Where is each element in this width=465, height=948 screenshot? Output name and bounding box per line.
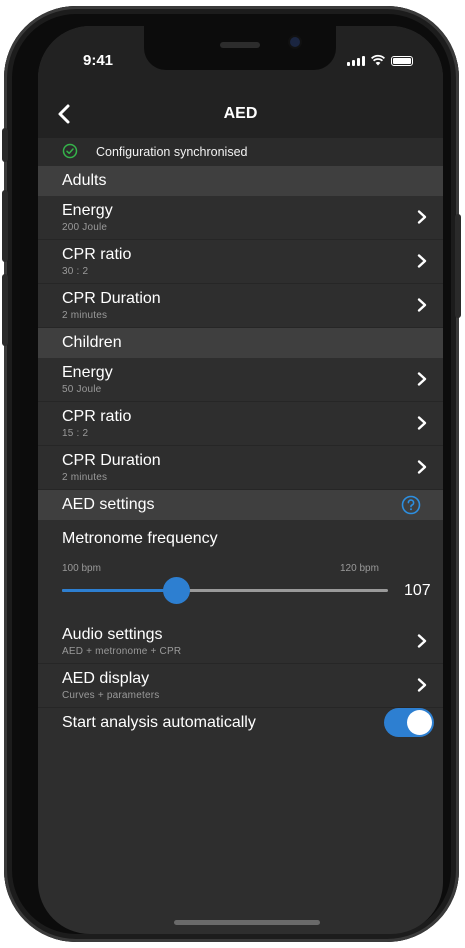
signal-icon xyxy=(347,56,365,66)
row-title: CPR Duration xyxy=(62,290,161,307)
row-subtitle: 50 Joule xyxy=(62,384,102,395)
metronome-slider-thumb[interactable] xyxy=(162,577,190,604)
metronome-value: 107 xyxy=(404,582,431,599)
adults-cpr-ratio-row[interactable]: CPR ratio 30 : 2 xyxy=(38,240,443,284)
adults-energy-row[interactable]: Energy 200 Joule xyxy=(38,196,443,240)
row-subtitle: 15 : 2 xyxy=(62,428,89,439)
row-subtitle: AED + metronome + CPR xyxy=(62,646,182,657)
section-label: Adults xyxy=(62,172,107,189)
speaker xyxy=(220,42,260,48)
row-title: AED display xyxy=(62,670,150,687)
row-title: CPR ratio xyxy=(62,246,132,263)
row-title: CPR Duration xyxy=(62,452,161,469)
slider-max-label: 120 bpm xyxy=(340,563,379,574)
chevron-right-icon xyxy=(417,210,427,224)
auto-analysis-toggle[interactable] xyxy=(384,708,434,737)
phone-frame: 9:41 AED Configuration synchronised Adul… xyxy=(2,6,461,942)
mute-switch xyxy=(2,128,8,162)
sync-status-text: Configuration synchronised xyxy=(96,145,248,159)
screen: 9:41 AED Configuration synchronised Adul… xyxy=(38,26,443,934)
row-subtitle: 30 : 2 xyxy=(62,266,89,277)
chevron-right-icon xyxy=(417,678,427,692)
section-header-children: Children xyxy=(38,328,443,358)
status-icons xyxy=(347,54,413,66)
toggle-knob xyxy=(407,710,432,735)
children-energy-row[interactable]: Energy 50 Joule xyxy=(38,358,443,402)
chevron-right-icon xyxy=(417,416,427,430)
sync-banner: Configuration synchronised xyxy=(38,138,443,166)
section-label: Children xyxy=(62,334,122,351)
volume-up-button xyxy=(2,190,8,262)
page-title: AED xyxy=(223,105,258,122)
check-circle-icon xyxy=(62,143,78,159)
status-time: 9:41 xyxy=(83,52,114,69)
help-circle-icon[interactable] xyxy=(401,495,421,515)
children-cpr-duration-row[interactable]: CPR Duration 2 minutes xyxy=(38,446,443,490)
slider-fill xyxy=(62,589,177,592)
row-subtitle: 2 minutes xyxy=(62,472,108,483)
row-title: Energy xyxy=(62,364,113,381)
children-cpr-ratio-row[interactable]: CPR ratio 15 : 2 xyxy=(38,402,443,446)
power-button xyxy=(455,214,461,318)
chevron-right-icon xyxy=(417,372,427,386)
status-bar: 9:41 xyxy=(38,26,443,92)
chevron-right-icon xyxy=(417,298,427,312)
home-indicator xyxy=(174,920,320,925)
metronome-slider-track[interactable] xyxy=(62,589,388,592)
adults-cpr-duration-row[interactable]: CPR Duration 2 minutes xyxy=(38,284,443,328)
row-title: CPR ratio xyxy=(62,408,132,425)
row-title: Audio settings xyxy=(62,626,163,643)
row-title: Energy xyxy=(62,202,113,219)
front-camera xyxy=(290,37,300,47)
chevron-right-icon xyxy=(417,634,427,648)
volume-down-button xyxy=(2,274,8,346)
chevron-right-icon xyxy=(417,460,427,474)
chevron-right-icon xyxy=(417,254,427,268)
slider-min-label: 100 bpm xyxy=(62,563,101,574)
metronome-title: Metronome frequency xyxy=(62,530,218,547)
nav-bar: AED xyxy=(38,92,443,138)
battery-icon xyxy=(391,56,413,66)
section-header-adults: Adults xyxy=(38,166,443,196)
section-header-aed-settings: AED settings xyxy=(38,490,443,520)
audio-settings-row[interactable]: Audio settings AED + metronome + CPR xyxy=(38,620,443,664)
row-subtitle: 200 Joule xyxy=(62,222,108,233)
row-subtitle: 2 minutes xyxy=(62,310,108,321)
section-label: AED settings xyxy=(62,496,155,513)
wifi-icon xyxy=(371,54,385,66)
auto-analysis-label: Start analysis automatically xyxy=(62,714,256,731)
aed-display-row[interactable]: AED display Curves + parameters xyxy=(38,664,443,708)
notch xyxy=(144,26,336,70)
row-subtitle: Curves + parameters xyxy=(62,690,160,701)
